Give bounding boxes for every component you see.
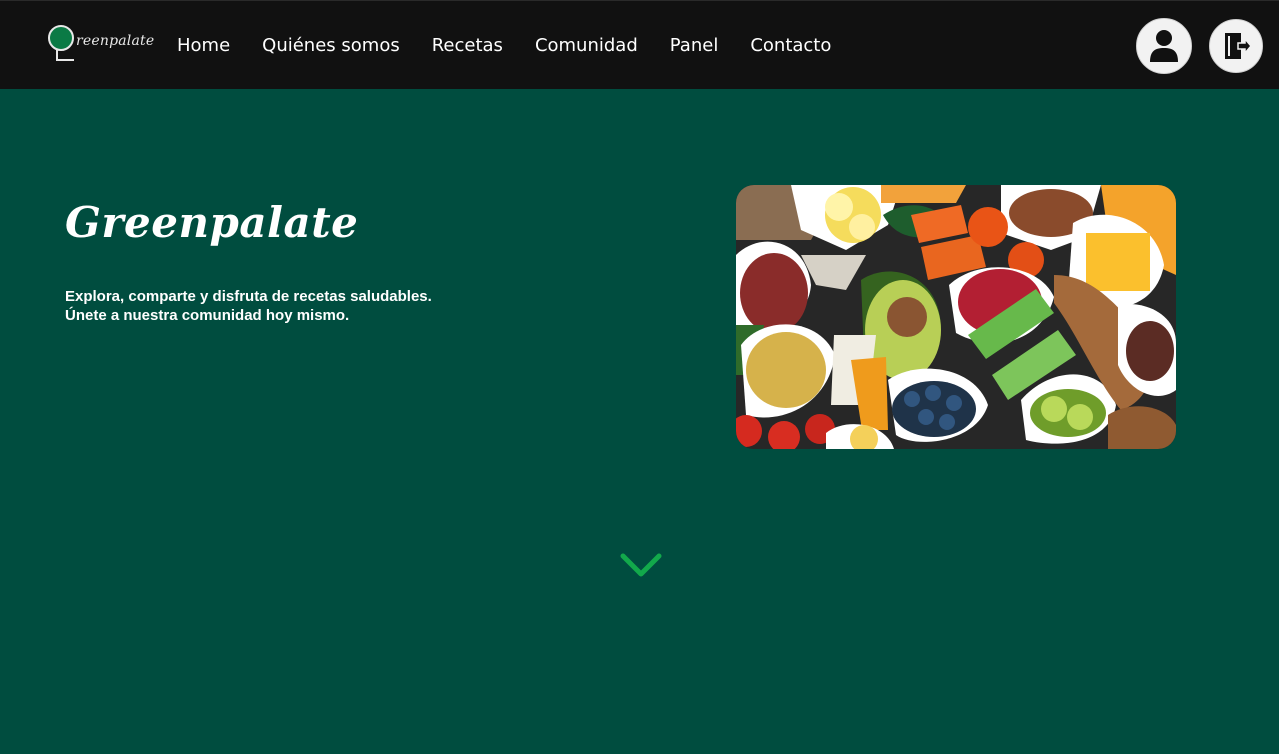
main-navigation: Home Quiénes somos Recetas Comunidad Pan…: [177, 35, 831, 56]
profile-button[interactable]: [1136, 18, 1192, 74]
brand-logo[interactable]: reenpalate: [48, 25, 158, 63]
nav-panel[interactable]: Panel: [670, 35, 719, 56]
nav-home[interactable]: Home: [177, 35, 230, 56]
user-icon: [1150, 30, 1178, 62]
logo-circle-icon: [48, 25, 74, 51]
logo-tail-icon: [56, 49, 74, 61]
hero-description-line-2: Únete a nuestra comunidad hoy mismo.: [65, 307, 350, 324]
hero-food-image: [736, 185, 1176, 449]
nav-recetas[interactable]: Recetas: [432, 35, 503, 56]
nav-contacto[interactable]: Contacto: [750, 35, 831, 56]
scroll-down-button[interactable]: [619, 551, 663, 579]
logout-icon: [1225, 33, 1252, 59]
hero-description: Explora, comparte y disfruta de recetas …: [65, 287, 515, 325]
healthy-food-bowls-image: [736, 185, 1176, 449]
logo-text: reenpalate: [76, 33, 155, 49]
nav-comunidad[interactable]: Comunidad: [535, 35, 638, 56]
top-navbar: reenpalate Home Quiénes somos Recetas Co…: [0, 0, 1279, 89]
nav-quienes-somos[interactable]: Quiénes somos: [262, 35, 400, 56]
hero-title: Greenpalate: [65, 198, 359, 247]
chevron-down-icon: [620, 553, 662, 577]
hero-description-line-1: Explora, comparte y disfruta de recetas …: [65, 288, 432, 305]
logout-button[interactable]: [1209, 19, 1263, 73]
